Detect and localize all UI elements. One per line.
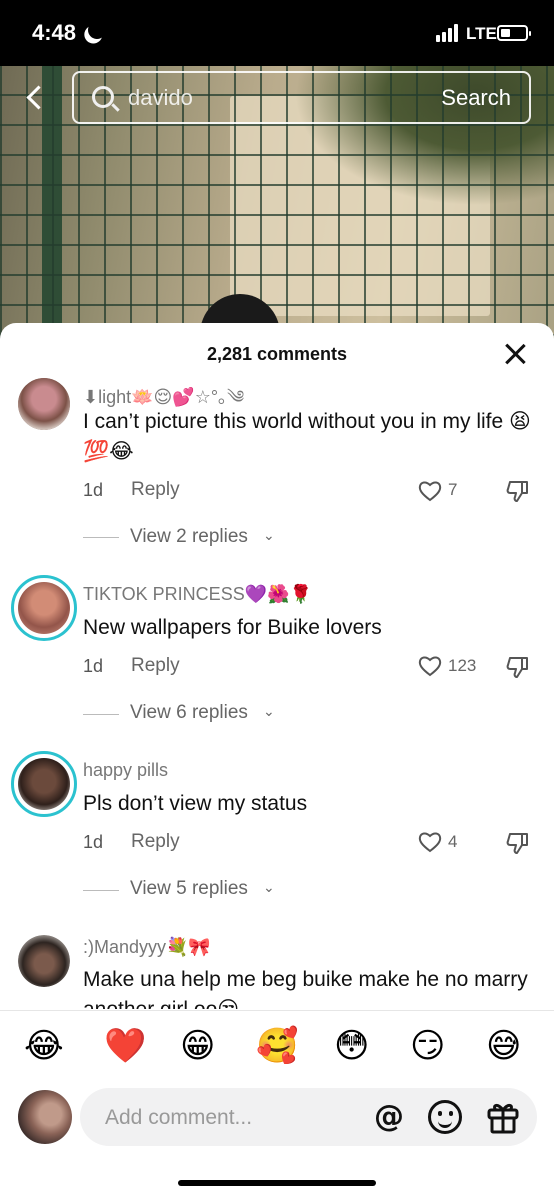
comment-list[interactable]: ⬇light🪷😌💕☆°｡༄ I can’t picture this world…: [0, 376, 554, 1009]
comment-text: Make una help me beg buike make he no ma…: [83, 968, 528, 1009]
comment-date: 1d: [83, 832, 104, 852]
heart-icon[interactable]: [418, 655, 442, 677]
emoji-button[interactable]: 😂: [24, 1028, 64, 1064]
like-count: 123: [448, 656, 477, 675]
signal-icon: [436, 24, 462, 42]
at-icon[interactable]: @: [374, 1099, 404, 1134]
comment-text: New wallpapers for Buike lovers: [83, 616, 382, 639]
dislike-icon[interactable]: [505, 830, 531, 856]
emoji-button[interactable]: 🥰: [256, 1028, 298, 1064]
back-button[interactable]: [20, 82, 52, 114]
chevron-down-icon: ⌄: [263, 527, 275, 543]
dislike-icon[interactable]: [505, 654, 531, 680]
comment-username[interactable]: TIKTOK PRINCESS💜🌺🌹: [83, 584, 312, 605]
view-replies-button[interactable]: View 5 replies: [130, 878, 248, 900]
avatar[interactable]: [11, 751, 77, 817]
emoji-button[interactable]: 😅: [486, 1028, 521, 1064]
battery-icon: [497, 25, 531, 41]
emoji-button[interactable]: 😏: [410, 1028, 445, 1064]
comment-date: 1d: [83, 656, 104, 676]
reply-button[interactable]: Reply: [131, 831, 180, 853]
reply-button[interactable]: Reply: [131, 479, 180, 501]
network-label: LTE: [466, 24, 497, 43]
comment-input-placeholder: Add comment...: [105, 1106, 253, 1129]
comment-text: I can’t picture this world without you i…: [83, 410, 531, 463]
chevron-down-icon: ⌄: [263, 879, 275, 895]
heart-icon[interactable]: [418, 480, 442, 502]
dislike-icon[interactable]: [505, 478, 531, 504]
search-button[interactable]: Search: [441, 85, 511, 111]
comment-username[interactable]: happy pills: [83, 760, 168, 781]
avatar[interactable]: [18, 378, 70, 430]
emoji-button[interactable]: 😁: [180, 1028, 215, 1064]
smile-icon[interactable]: [428, 1100, 462, 1134]
gift-icon[interactable]: [487, 1100, 519, 1134]
avatar[interactable]: [18, 1090, 72, 1144]
search-value: davido: [128, 85, 193, 110]
list-item: happy pills Pls don’t view my status 1d …: [0, 751, 554, 932]
avatar[interactable]: [11, 575, 77, 641]
heart-icon[interactable]: [418, 831, 442, 853]
comment-text: Pls don’t view my status: [83, 792, 308, 815]
search-icon: [92, 86, 114, 108]
emoji-button[interactable]: ❤️: [104, 1028, 146, 1064]
list-item: :)Mandyyy💐🎀 Make una help me beg buike m…: [0, 933, 554, 1009]
moon-icon: [85, 18, 108, 41]
list-item: TIKTOK PRINCESS💜🌺🌹 New wallpapers for Bu…: [0, 575, 554, 756]
emoji-button[interactable]: 😳: [334, 1028, 369, 1064]
home-indicator[interactable]: [178, 1180, 376, 1186]
close-icon[interactable]: [503, 342, 527, 366]
chevron-down-icon: ⌄: [263, 703, 275, 719]
status-time: 4:48: [32, 20, 77, 45]
view-replies-button[interactable]: View 2 replies: [130, 526, 248, 548]
search-input[interactable]: davido Search: [72, 71, 531, 124]
comment-input[interactable]: Add comment... @: [80, 1088, 537, 1146]
like-count: 4: [448, 832, 458, 851]
status-bar: 4:48 LTE: [0, 0, 554, 66]
comments-count: 2,281 comments: [206, 344, 348, 364]
emoji-bar: 😂 ❤️ 😁 🥰 😳 😏 😅: [0, 1010, 554, 1080]
comment-date: 1d: [83, 480, 104, 500]
avatar[interactable]: [18, 935, 70, 987]
list-item: ⬇light🪷😌💕☆°｡༄ I can’t picture this world…: [0, 376, 554, 566]
view-replies-button[interactable]: View 6 replies: [130, 702, 248, 724]
reply-button[interactable]: Reply: [131, 655, 180, 677]
like-count: 7: [448, 480, 458, 499]
comment-username[interactable]: :)Mandyyy💐🎀: [83, 937, 211, 958]
